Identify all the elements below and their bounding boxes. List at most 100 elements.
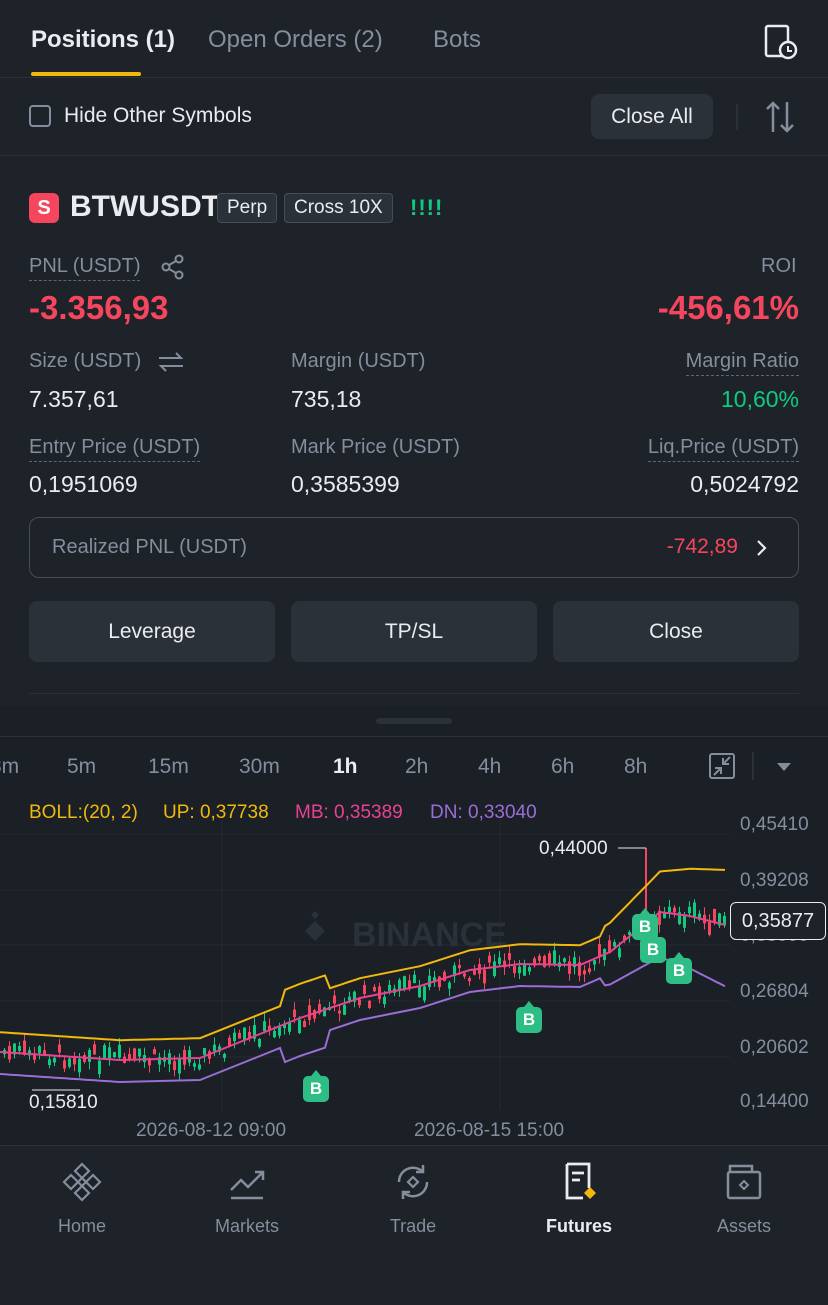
interval-2h[interactable]: 2h [405, 755, 428, 779]
symbol-name[interactable]: BTWUSDT [70, 190, 220, 224]
candle-body [403, 976, 406, 989]
tab-positions[interactable]: Positions (1) [31, 26, 175, 54]
candle-body [383, 996, 386, 1005]
interval-3m[interactable]: 3m [0, 755, 19, 779]
y-tick-label: 0,26804 [740, 981, 809, 1002]
leverage-button[interactable]: Leverage [29, 601, 275, 662]
candle-body [508, 953, 511, 960]
buy-marker[interactable]: B [640, 931, 666, 963]
divider [0, 155, 828, 156]
size-value: 7.357,61 [29, 386, 119, 412]
candle-body [103, 1045, 106, 1059]
roi-label: ROI [761, 255, 797, 277]
pnl-label[interactable]: PNL (USDT) [29, 255, 141, 281]
candle-body [238, 1032, 241, 1039]
high-price-label: 0,44000 [539, 838, 608, 859]
expand-chart-icon[interactable] [708, 752, 736, 780]
candle-body [53, 1057, 56, 1063]
candle-body [438, 976, 441, 988]
nav-trade[interactable]: Trade [358, 1160, 468, 1237]
tpsl-button[interactable]: TP/SL [291, 601, 537, 662]
candle-body [338, 1010, 341, 1014]
candle-body [553, 950, 556, 964]
nav-futures[interactable]: Futures [524, 1160, 634, 1237]
candle-body [118, 1044, 121, 1058]
candle-body [193, 1063, 196, 1067]
candle-body [288, 1022, 291, 1032]
candlestick-chart[interactable]: BINANCE [0, 820, 828, 1110]
swap-units-icon[interactable] [157, 350, 185, 374]
nav-assets[interactable]: Assets [689, 1160, 799, 1237]
interval-5m[interactable]: 5m [67, 755, 96, 779]
share-icon[interactable] [160, 254, 186, 280]
candle-body [73, 1058, 76, 1065]
chart-trend-icon [225, 1160, 269, 1204]
close-position-button[interactable]: Close [553, 601, 799, 662]
candle-body [258, 1038, 261, 1047]
candle-body [38, 1046, 41, 1054]
nav-label: Markets [214, 1216, 279, 1236]
drag-handle[interactable] [376, 718, 452, 724]
interval-8h[interactable]: 8h [624, 755, 647, 779]
candle-body [223, 1053, 226, 1058]
candle-body [188, 1050, 191, 1063]
candle-body [563, 958, 566, 963]
buy-marker[interactable]: B [516, 1001, 542, 1033]
candle-body [108, 1047, 111, 1059]
tab-open-orders[interactable]: Open Orders (2) [208, 26, 383, 54]
y-tick-label: 0,45410 [740, 814, 809, 835]
candle-body [683, 915, 686, 928]
futures-document-icon [557, 1160, 601, 1204]
interval-6h[interactable]: 6h [551, 755, 574, 779]
boll-lower-band [0, 955, 726, 1084]
boll-upper-band [0, 867, 726, 1042]
realized-pnl-value: -742,89 [666, 535, 738, 558]
entry-price-label[interactable]: Entry Price (USDT) [29, 436, 201, 462]
buy-marker[interactable]: B [303, 1070, 329, 1102]
close-all-button[interactable]: Close All [591, 94, 713, 139]
tab-bots[interactable]: Bots [433, 26, 481, 54]
liq-price-value: 0,5024792 [690, 471, 799, 497]
candle-body [378, 986, 381, 1000]
candle-body [583, 970, 586, 975]
candle-body [33, 1054, 36, 1060]
nav-home[interactable]: Home [27, 1160, 137, 1237]
candle-body [198, 1064, 201, 1070]
current-price-tag: 0,35877 [730, 902, 826, 940]
entry-price-value: 0,1951069 [29, 471, 138, 497]
candle-body [613, 942, 616, 947]
short-side-badge: S [29, 193, 59, 223]
candle-body [483, 969, 486, 984]
realized-pnl-row[interactable]: Realized PNL (USDT) -742,89 [29, 517, 799, 578]
candle-body [88, 1050, 91, 1062]
sort-icon[interactable] [764, 100, 796, 134]
candle-body [153, 1049, 156, 1055]
trade-swap-icon [391, 1160, 435, 1204]
divider [752, 752, 754, 780]
interval-30m[interactable]: 30m [239, 755, 280, 779]
margin-mode-tag[interactable]: Cross 10X [284, 193, 393, 223]
chevron-right-icon [754, 538, 768, 558]
history-icon[interactable] [764, 24, 798, 60]
dropdown-caret-icon[interactable] [775, 760, 793, 772]
roi-value: -456,61% [657, 289, 799, 326]
buy-marker[interactable]: B [666, 952, 692, 984]
candle-body [273, 1030, 276, 1038]
nav-markets[interactable]: Markets [192, 1160, 302, 1237]
interval-15m[interactable]: 15m [148, 755, 189, 779]
wallet-icon [722, 1160, 766, 1204]
interval-4h[interactable]: 4h [478, 755, 501, 779]
hide-other-symbols-checkbox[interactable] [29, 105, 51, 127]
candle-body [43, 1050, 46, 1055]
liq-price-label[interactable]: Liq.Price (USDT) [647, 436, 799, 462]
candle-body [538, 955, 541, 961]
margin-label: Margin (USDT) [291, 350, 426, 372]
candle-body [233, 1032, 236, 1042]
margin-ratio-label[interactable]: Margin Ratio [685, 350, 799, 376]
interval-1h[interactable]: 1h [333, 755, 358, 779]
adl-indicator: !!!! [410, 195, 444, 220]
candle-body [373, 986, 376, 992]
pnl-value: -3.356,93 [29, 289, 169, 326]
candle-body [213, 1044, 216, 1052]
candle-body [528, 967, 531, 972]
